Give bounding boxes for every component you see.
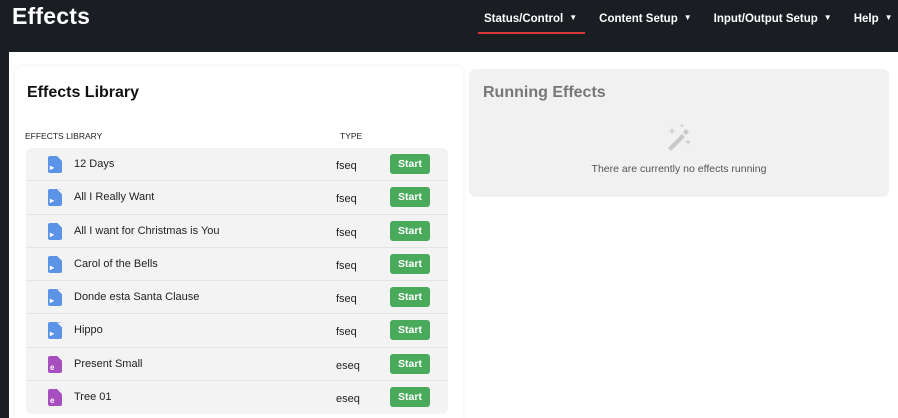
effect-type: fseq <box>336 259 357 272</box>
file-glyph-icon: ▸ <box>50 296 55 306</box>
list-item: ▸ All I want for Christmas is You fseq Star… <box>26 215 448 248</box>
start-button[interactable]: Start <box>390 387 430 408</box>
list-item: ▸ Carol of the Bells fseq Start <box>26 248 448 282</box>
file-video-icon: ▸ <box>48 322 62 340</box>
list-item: ▸ Hippo fseq Start <box>26 314 448 348</box>
file-effect-icon: e <box>48 389 62 407</box>
magic-wand-icon <box>668 123 691 151</box>
effect-type: fseq <box>336 160 357 172</box>
brand-title: Effects <box>12 3 91 29</box>
file-glyph-icon: ▸ <box>50 262 55 272</box>
effects-library-title: Effects Library <box>27 84 140 101</box>
file-glyph-icon: ▸ <box>50 163 55 172</box>
file-glyph-icon: ▸ <box>50 329 55 339</box>
list-item: ▸ 12 Days fseq Start <box>26 148 448 182</box>
nav-input-output-setup[interactable]: Input/Output Setup ▼ <box>714 13 832 25</box>
file-glyph-icon: ▸ <box>50 196 55 206</box>
effect-type: fseq <box>336 226 357 239</box>
file-effect-icon: e <box>48 355 62 373</box>
nav-content-setup[interactable]: Content Setup ▼ <box>599 13 692 25</box>
effects-list: ▸ 12 Days fseq Start ▸ All I Really Want fseq S… <box>26 148 448 415</box>
left-edge-bar <box>0 0 9 418</box>
chevron-down-icon: ▼ <box>683 13 692 22</box>
chevron-down-icon: ▼ <box>884 13 893 22</box>
effect-name: Present Small <box>74 357 143 370</box>
list-item: ▸ All I Really Want fseq Start <box>26 181 448 215</box>
nav-input-output-setup-label: Input/Output Setup <box>713 13 818 25</box>
start-button[interactable]: Start <box>390 253 430 274</box>
effect-name: Hippo <box>74 324 103 337</box>
column-header-type: TYPE <box>340 131 363 141</box>
effect-name: Carol of the Bells <box>74 257 158 270</box>
effect-type: fseq <box>336 293 357 306</box>
start-button[interactable]: Start <box>390 154 430 174</box>
effect-name: Tree 01 <box>74 391 112 404</box>
file-video-icon: ▸ <box>48 289 62 307</box>
list-item: ▸ Donde esta Santa Clause fseq Start <box>26 281 448 315</box>
nav-content-setup-label: Content Setup <box>599 13 678 25</box>
list-item: e Present Small eseq Start <box>26 348 448 382</box>
running-effects-card: Running Effects There are currently no e… <box>469 69 889 197</box>
file-video-icon: ▸ <box>48 255 62 273</box>
file-video-icon: ▸ <box>48 222 62 240</box>
list-item: e Tree 01 eseq Start <box>26 381 448 414</box>
effect-name: Donde esta Santa Clause <box>74 291 200 304</box>
effect-name: 12 Days <box>74 158 115 170</box>
file-glyph-icon: e <box>50 396 55 406</box>
main-content: Effects Library EFFECTS LIBRARY TYPE ▸ 12… <box>9 52 898 418</box>
start-button[interactable]: Start <box>390 187 430 208</box>
file-video-icon: ▸ <box>48 156 62 173</box>
nav-status-control[interactable]: Status/Control ▼ <box>477 13 586 34</box>
effects-library-card: Effects Library EFFECTS LIBRARY TYPE ▸ 12… <box>15 66 463 418</box>
nav-menu: Status/Control ▼ Content Setup ▼ Input/Out… <box>477 13 898 34</box>
start-button[interactable]: Start <box>390 287 430 308</box>
column-header-name: EFFECTS LIBRARY <box>25 131 103 141</box>
file-glyph-icon: ▸ <box>50 229 55 239</box>
effect-type: eseq <box>336 393 360 406</box>
nav-help-label: Help <box>853 13 879 25</box>
nav-help[interactable]: Help ▼ <box>854 13 893 25</box>
effect-type: eseq <box>336 359 360 372</box>
effect-type: fseq <box>336 193 357 206</box>
nav-status-control-label: Status/Control <box>484 13 564 25</box>
top-navbar: Effects Status/Control ▼ Content Setup ▼ I… <box>9 0 898 52</box>
effect-type: fseq <box>336 326 357 339</box>
running-effects-title: Running Effects <box>483 84 606 101</box>
file-glyph-icon: e <box>50 362 55 372</box>
start-button[interactable]: Start <box>390 220 430 241</box>
effect-name: All I want for Christmas is You <box>74 224 220 237</box>
file-video-icon: ▸ <box>48 189 62 207</box>
start-button[interactable]: Start <box>390 353 430 374</box>
effect-name: All I Really Want <box>74 191 155 204</box>
start-button[interactable]: Start <box>390 320 430 341</box>
chevron-down-icon: ▼ <box>569 13 578 22</box>
chevron-down-icon: ▼ <box>823 13 832 22</box>
no-running-effects-text: There are currently no effects running <box>591 163 767 175</box>
